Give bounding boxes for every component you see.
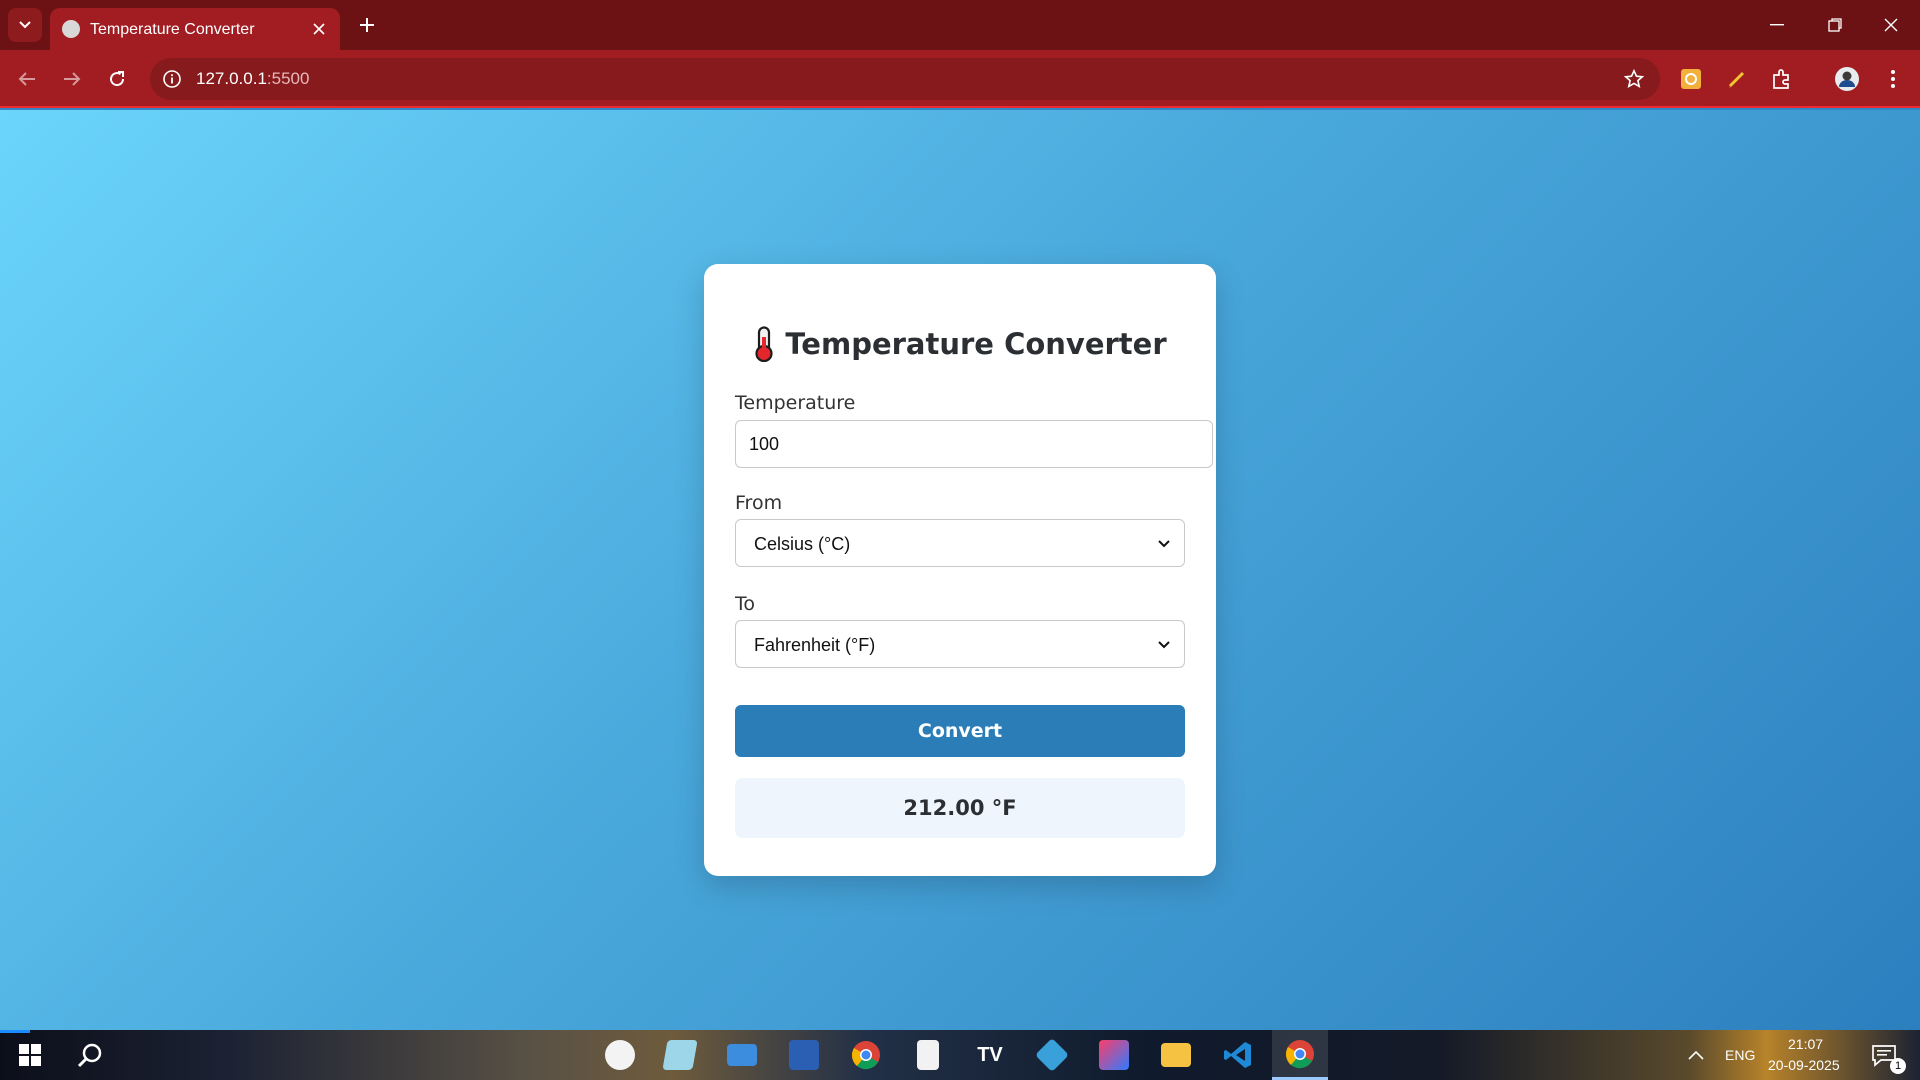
tab-close-button[interactable] <box>308 18 330 40</box>
minimize-icon <box>1770 24 1784 26</box>
tab-title: Temperature Converter <box>90 21 255 38</box>
address-bar[interactable]: 127.0.0.1:5500 <box>150 58 1660 100</box>
close-icon <box>1884 18 1898 32</box>
tray-overflow-button[interactable] <box>1668 1030 1724 1080</box>
taskbar-app-word[interactable] <box>776 1030 832 1080</box>
profile-icon <box>1835 67 1859 91</box>
extension-button[interactable] <box>1676 64 1706 94</box>
reload-icon <box>110 71 125 87</box>
search-icon <box>77 1043 102 1068</box>
intellij-icon <box>1099 1040 1129 1070</box>
page-background: Temperature Converter Temperature From C… <box>0 110 1920 1030</box>
from-unit-select[interactable]: Celsius (°C) <box>735 519 1185 567</box>
notes-app-icon <box>662 1040 698 1070</box>
info-icon <box>163 70 181 88</box>
url-text: 127.0.0.1:5500 <box>196 69 309 89</box>
puzzle-icon <box>1773 69 1789 89</box>
globe-icon <box>62 20 80 38</box>
notification-center-button[interactable]: 1 <box>1856 1030 1912 1080</box>
taskbar-app-chrome[interactable] <box>838 1030 894 1080</box>
thermometer-icon <box>755 326 773 362</box>
back-button[interactable] <box>10 62 44 96</box>
browser-toolbar: 127.0.0.1:5500 <box>0 50 1920 108</box>
pen-extension-button[interactable] <box>1722 64 1752 94</box>
to-unit-select[interactable]: Fahrenheit (°F) <box>735 620 1185 668</box>
converter-card: Temperature Converter Temperature From C… <box>704 264 1216 876</box>
close-icon <box>313 23 325 35</box>
chrome-icon <box>851 1041 880 1070</box>
tradingview-icon: TV <box>977 1043 1003 1066</box>
page-title-text: Temperature Converter <box>785 327 1167 361</box>
folder-icon <box>1161 1043 1191 1067</box>
extensions-menu-button[interactable] <box>1767 64 1797 94</box>
url-port: :5500 <box>266 69 310 88</box>
chevron-down-icon <box>1154 534 1174 554</box>
clock-date[interactable]: 20-09-2025 <box>1768 1057 1840 1073</box>
close-window-button[interactable] <box>1862 0 1920 50</box>
extension-icon <box>1681 69 1701 89</box>
taskbar-app-notes[interactable] <box>652 1030 708 1080</box>
clock-time[interactable]: 21:07 <box>1788 1036 1823 1052</box>
vscode-icon <box>1224 1042 1251 1068</box>
temperature-input[interactable] <box>735 420 1213 468</box>
meetup-app-icon <box>605 1040 635 1070</box>
chevron-up-icon <box>1688 1050 1704 1060</box>
taskbar-app-meetup[interactable] <box>592 1030 648 1080</box>
language-indicator[interactable]: ENG <box>1725 1047 1755 1063</box>
convert-button[interactable]: Convert <box>735 705 1185 757</box>
taskbar-app-explorer[interactable] <box>1148 1030 1204 1080</box>
active-tab[interactable]: Temperature Converter <box>50 8 340 50</box>
tab-search-button[interactable] <box>8 8 42 42</box>
chevron-down-icon <box>1154 635 1174 655</box>
bookmark-button[interactable] <box>1622 67 1646 91</box>
to-label: To <box>735 593 756 615</box>
url-host: 127.0.0.1 <box>196 69 267 88</box>
word-icon <box>789 1040 819 1070</box>
page-title: Temperature Converter <box>704 326 1216 362</box>
restore-icon <box>1828 18 1842 32</box>
from-unit-value: Celsius (°C) <box>754 534 851 554</box>
taskbar-app-chrome-active[interactable] <box>1272 1030 1328 1080</box>
star-icon <box>1624 69 1644 89</box>
notification-count: 1 <box>1890 1058 1906 1074</box>
back-icon <box>18 72 35 86</box>
desktop-app-icon <box>727 1044 757 1066</box>
taskbar-app-desktop[interactable] <box>714 1030 770 1080</box>
document-icon <box>917 1040 939 1070</box>
taskbar-app-vscode[interactable] <box>1210 1030 1266 1080</box>
start-button[interactable] <box>2 1030 58 1080</box>
reload-button[interactable] <box>100 62 134 96</box>
taskbar-app-git[interactable] <box>1024 1030 1080 1080</box>
plus-icon <box>360 18 374 32</box>
result-display: 212.00 °F <box>735 778 1185 838</box>
browser-menu-button[interactable] <box>1878 64 1908 94</box>
forward-icon <box>64 72 81 86</box>
git-icon <box>1035 1038 1069 1072</box>
minimize-button[interactable] <box>1748 0 1806 50</box>
taskbar: TV ENG 21:07 20-09-2025 1 <box>0 1030 1920 1080</box>
pen-icon <box>1728 71 1745 88</box>
taskbar-app-file[interactable] <box>900 1030 956 1080</box>
from-label: From <box>735 492 783 514</box>
taskbar-search-button[interactable] <box>62 1030 118 1080</box>
new-tab-button[interactable] <box>352 10 382 40</box>
temperature-label: Temperature <box>735 392 856 414</box>
tab-search-icon <box>19 21 31 29</box>
restore-button[interactable] <box>1806 0 1864 50</box>
menu-icon <box>1891 70 1895 88</box>
profile-button[interactable] <box>1832 64 1862 94</box>
chrome-icon <box>1285 1039 1314 1068</box>
to-unit-value: Fahrenheit (°F) <box>754 635 876 655</box>
forward-button[interactable] <box>55 62 89 96</box>
taskbar-app-intellij[interactable] <box>1086 1030 1142 1080</box>
browser-tab-bar: Temperature Converter <box>0 0 1920 50</box>
taskbar-app-tradingview[interactable]: TV <box>962 1030 1018 1080</box>
site-info-button[interactable] <box>160 67 184 91</box>
windows-start-icon <box>19 1044 41 1066</box>
